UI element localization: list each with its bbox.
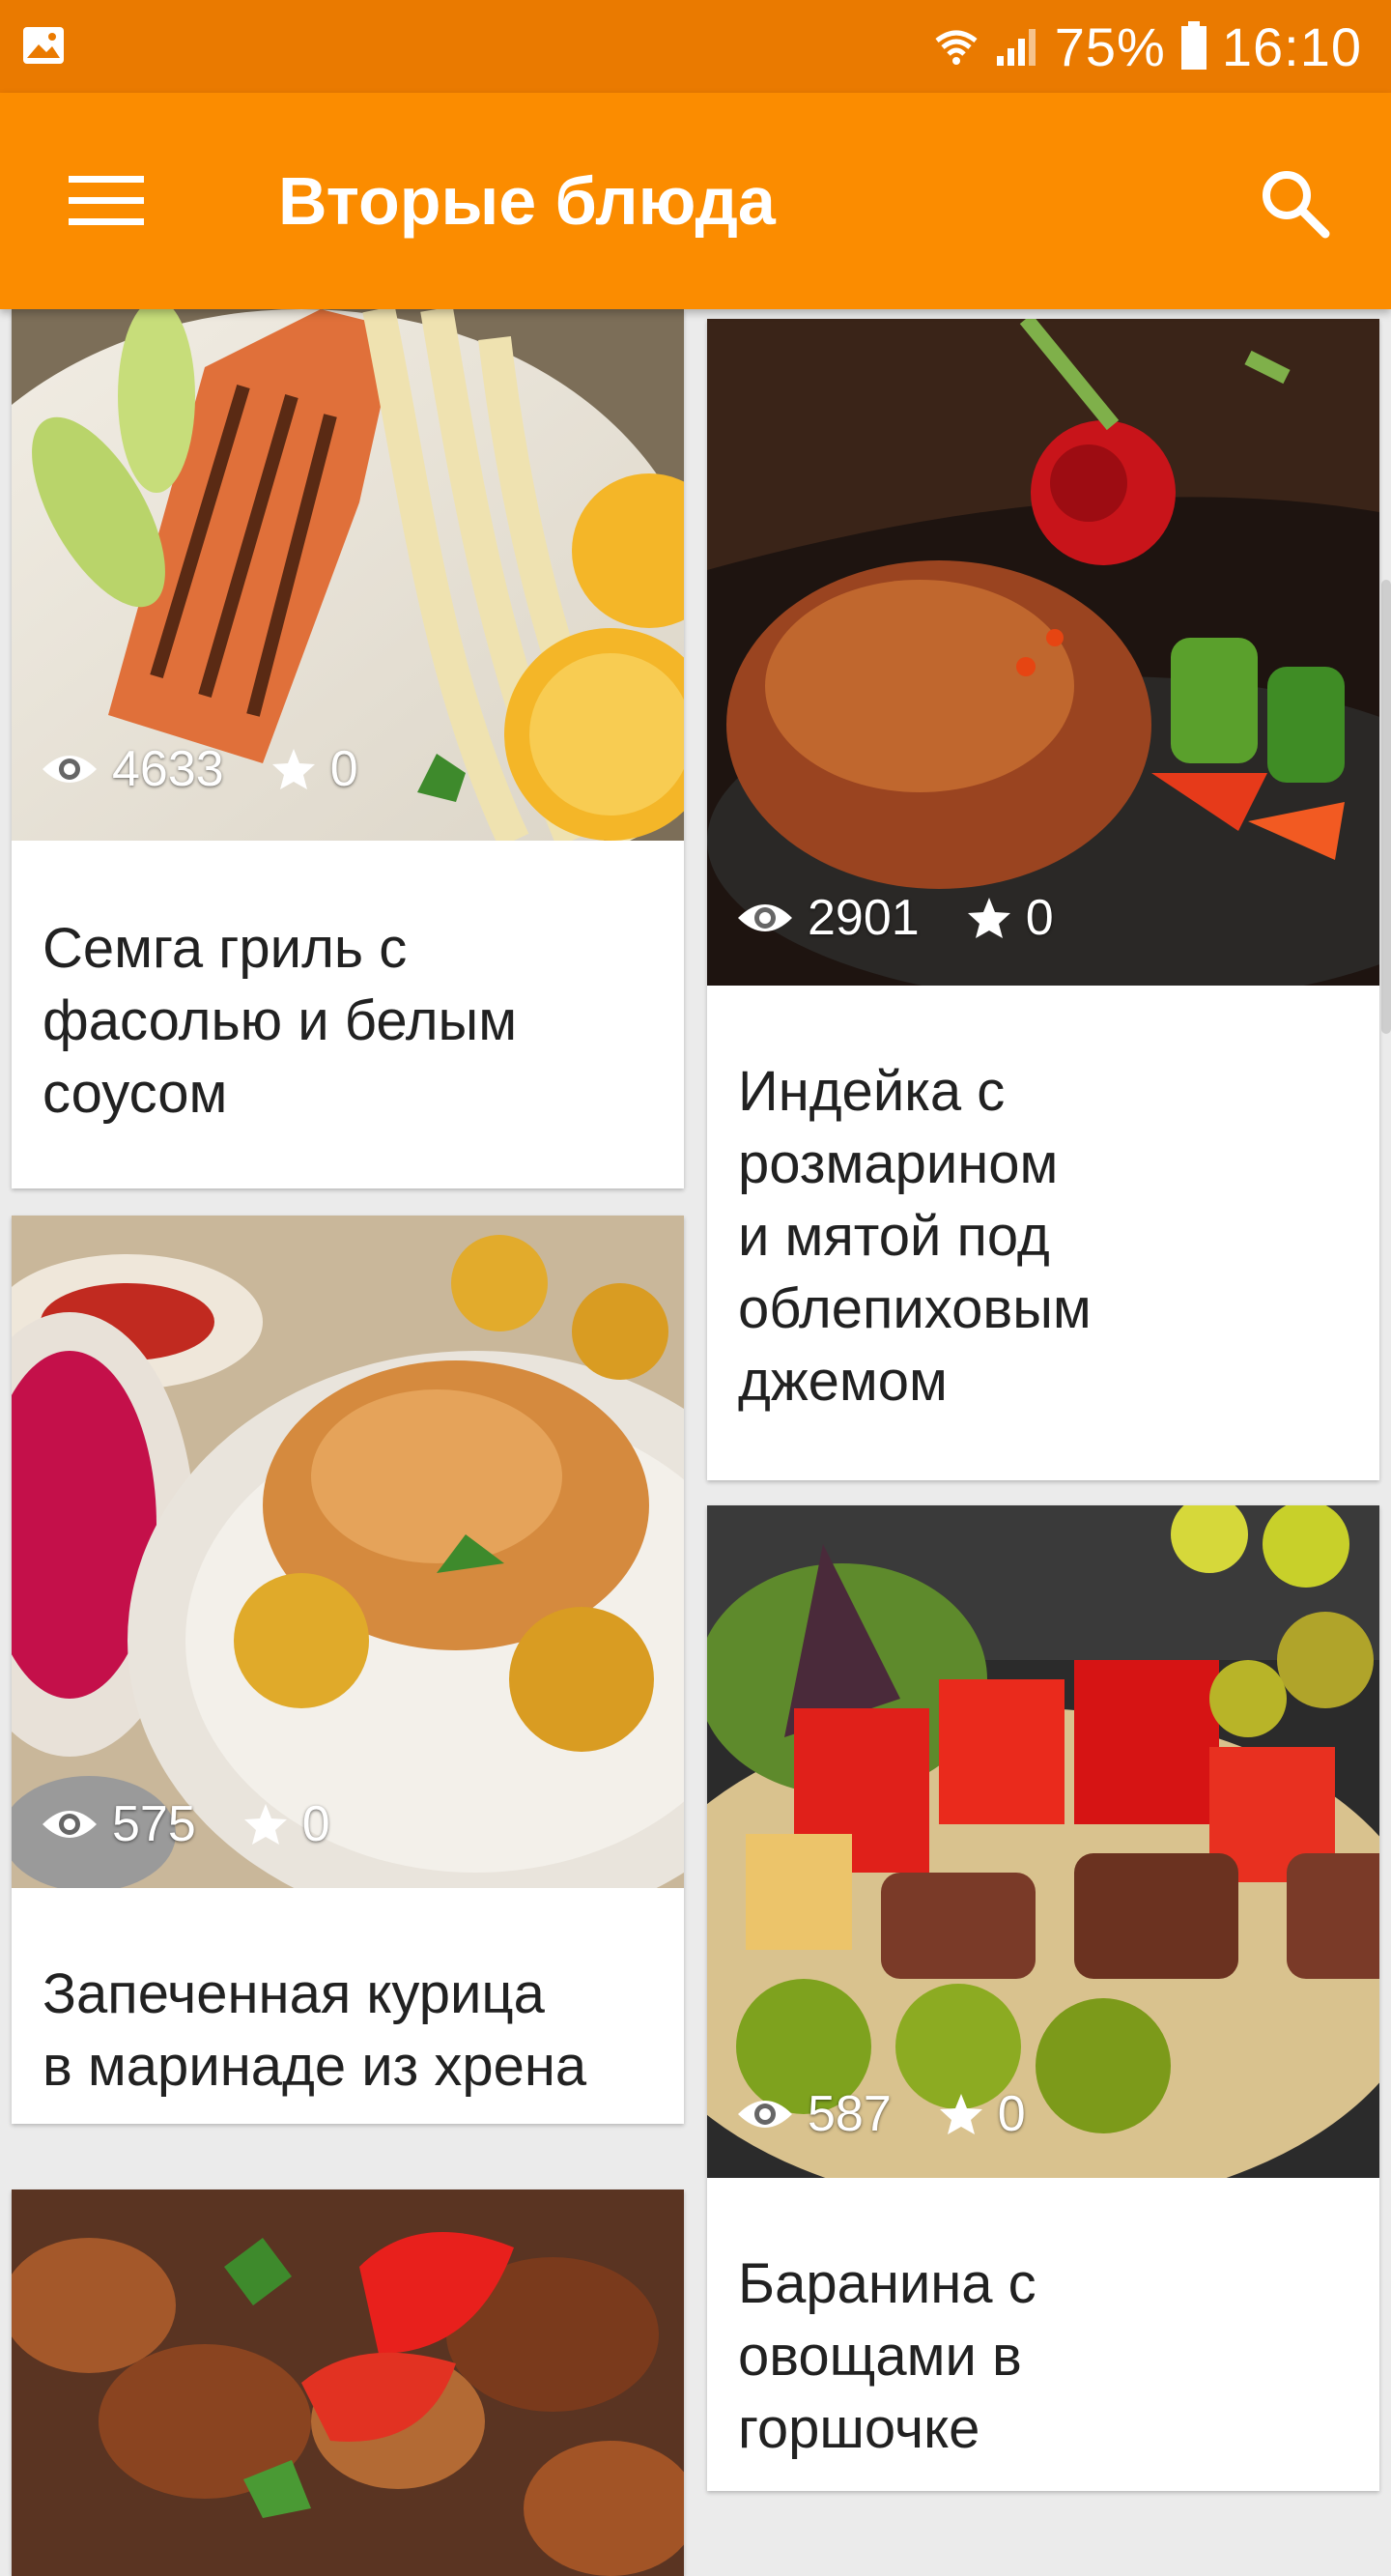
view-count: 4633	[112, 741, 224, 797]
recipe-card[interactable]: 4633 0 Семга гриль с фасолью и белым соу…	[12, 309, 684, 1188]
recipe-card[interactable]: 575 0 Запеченная курица в маринаде из хр…	[12, 1216, 684, 2124]
rating-count: 0	[997, 2086, 1026, 2142]
recipe-title: Запеченная курица в маринаде из хрена	[43, 1962, 587, 2098]
recipe-image: 575 0	[12, 1216, 684, 1888]
recipe-image: 587 0	[707, 1505, 1379, 2178]
recipe-image: 4633 0	[12, 309, 684, 841]
recipe-title: Семга гриль с фасолью и белым соусом	[43, 917, 518, 1125]
gallery-icon	[23, 27, 64, 64]
scrollbar[interactable]	[1381, 580, 1391, 1034]
recipe-stats: 575 0	[41, 1795, 330, 1853]
recipe-title: Индейка с розмарином и мятой под облепих…	[738, 1060, 1092, 1413]
recipe-stats: 2901 0	[736, 889, 1054, 947]
signal-icon	[996, 29, 1036, 66]
star-icon	[939, 2094, 982, 2134]
view-count: 575	[112, 1796, 196, 1852]
app-bar: Вторые блюда	[0, 93, 1391, 309]
star-icon	[967, 898, 1010, 938]
recipe-image	[12, 2190, 684, 2576]
search-icon	[1263, 171, 1330, 239]
eye-icon	[738, 2101, 792, 2128]
rating-count: 0	[301, 1796, 330, 1852]
eye-icon	[43, 756, 97, 783]
menu-icon	[69, 176, 144, 225]
recipe-title: Баранина с овощами в горшочке	[738, 2252, 1036, 2460]
recipe-image: 2901 0	[707, 319, 1379, 986]
wifi-icon	[935, 30, 978, 65]
star-icon	[243, 1804, 287, 1845]
search-button[interactable]	[1254, 162, 1335, 243]
recipe-card[interactable]	[12, 2190, 684, 2576]
status-bar: 75% 16:10	[0, 0, 1391, 93]
eye-icon	[43, 1811, 97, 1838]
recipe-card[interactable]: 2901 0 Индейка с розмарином и мятой под …	[707, 319, 1379, 1480]
view-count: 587	[808, 2086, 892, 2142]
rating-count: 0	[329, 741, 358, 797]
clock: 16:10	[1221, 15, 1362, 77]
recipe-stats: 587 0	[736, 2085, 1026, 2143]
page-title: Вторые блюда	[278, 163, 776, 239]
view-count: 2901	[808, 890, 920, 946]
recipe-stats: 4633 0	[41, 740, 358, 798]
battery-icon	[1180, 21, 1206, 70]
recipe-card[interactable]: 587 0 Баранина с овощами в горшочке	[707, 1505, 1379, 2491]
rating-count: 0	[1025, 890, 1054, 946]
battery-percent: 75%	[1054, 15, 1166, 77]
eye-icon	[738, 904, 792, 931]
star-icon	[271, 749, 315, 789]
menu-button[interactable]	[60, 160, 153, 242]
